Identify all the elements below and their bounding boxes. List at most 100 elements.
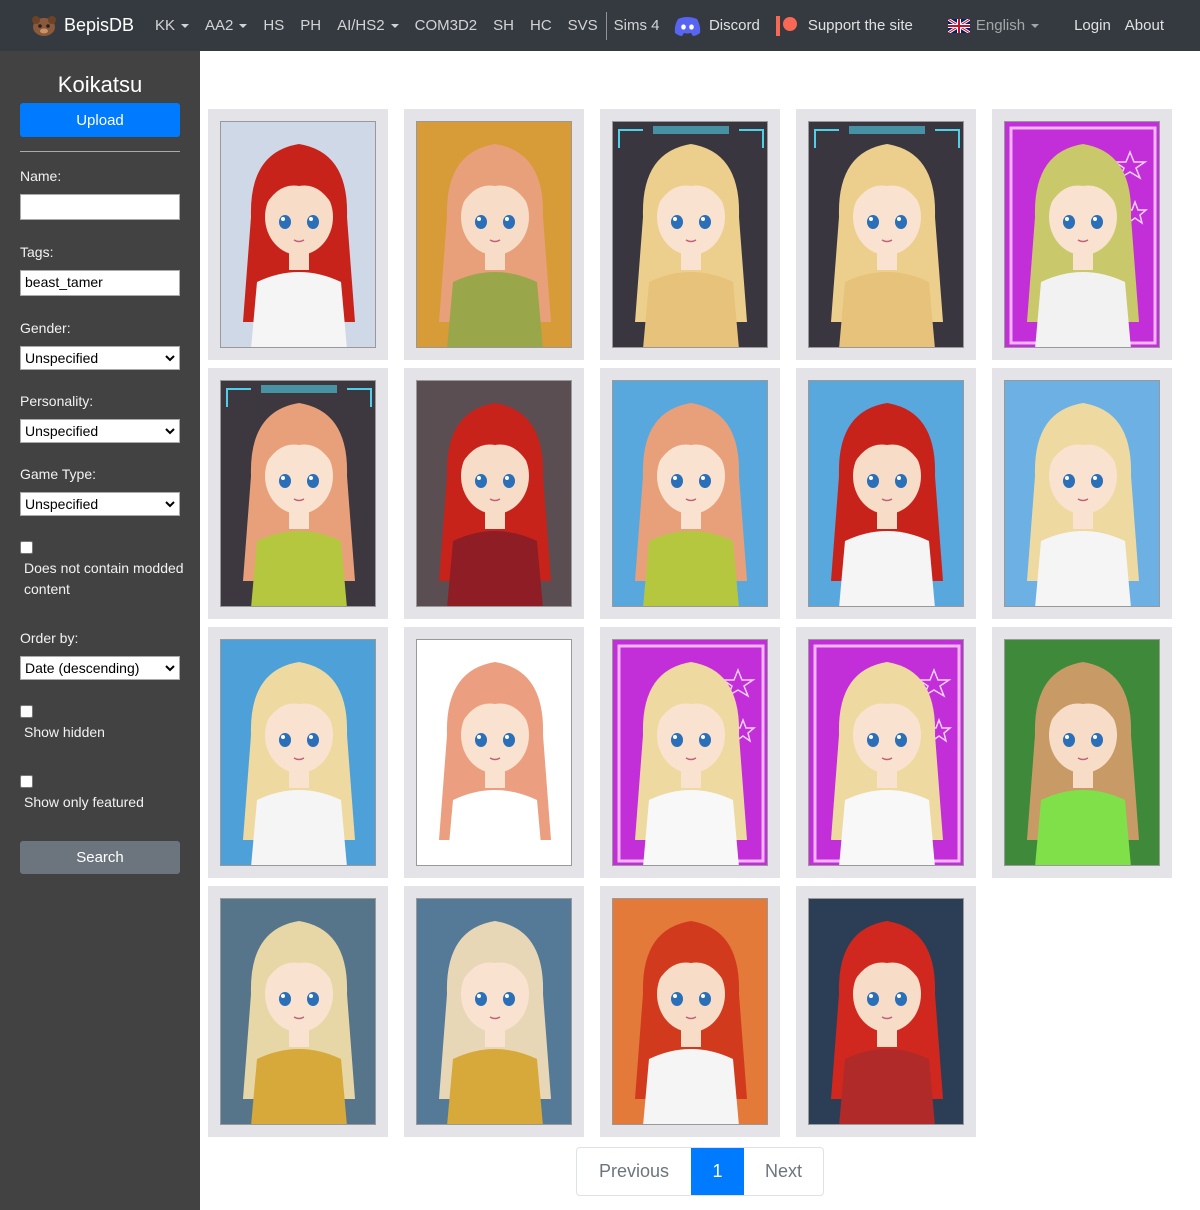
caret-down-icon	[1031, 23, 1040, 28]
character-thumbnail[interactable]	[808, 639, 964, 866]
order-by-select[interactable]: Date (descending)	[20, 656, 180, 680]
character-thumbnail[interactable]	[612, 380, 768, 607]
character-thumbnail[interactable]	[1004, 121, 1160, 348]
character-portrait-image	[221, 640, 375, 865]
character-card[interactable]	[796, 109, 976, 360]
character-thumbnail[interactable]	[612, 898, 768, 1125]
discord-link[interactable]: Discord	[674, 16, 760, 36]
character-thumbnail[interactable]	[220, 380, 376, 607]
character-thumbnail[interactable]	[416, 639, 572, 866]
pagination: Previous 1 Next	[576, 1147, 824, 1196]
current-page-button[interactable]: 1	[691, 1148, 744, 1195]
gender-label: Gender:	[20, 320, 71, 336]
character-card[interactable]	[796, 627, 976, 878]
character-card[interactable]	[600, 886, 780, 1137]
character-thumbnail[interactable]	[612, 639, 768, 866]
sidebar-title: Koikatsu	[57, 72, 143, 97]
character-thumbnail[interactable]	[416, 898, 572, 1125]
character-portrait-image	[221, 381, 375, 606]
personality-label: Personality:	[20, 393, 94, 409]
character-thumbnail[interactable]	[808, 898, 964, 1125]
character-portrait-image	[417, 640, 571, 865]
nav-sh[interactable]: SH	[493, 17, 514, 34]
show-featured-checkbox[interactable]	[20, 775, 33, 788]
character-portrait-image	[417, 899, 571, 1124]
character-card[interactable]	[208, 886, 388, 1137]
previous-page-button[interactable]: Previous	[577, 1148, 691, 1195]
character-card[interactable]	[600, 368, 780, 619]
character-thumbnail[interactable]	[808, 121, 964, 348]
nav-svs[interactable]: SVS	[568, 17, 598, 34]
nav-aa2-label: AA2	[205, 17, 234, 34]
personality-select[interactable]: Unspecified	[20, 419, 180, 443]
nav-ai-hs2[interactable]: AI/HS2	[337, 17, 399, 34]
character-thumbnail[interactable]	[612, 121, 768, 348]
nav-divider	[605, 11, 607, 40]
language-dropdown[interactable]: English	[947, 17, 1040, 34]
chevron-down-icon	[165, 354, 175, 361]
character-card[interactable]	[600, 627, 780, 878]
sidebar-divider	[20, 151, 180, 152]
character-thumbnail[interactable]	[220, 121, 376, 348]
name-input[interactable]	[20, 194, 180, 220]
character-portrait-image	[1005, 381, 1159, 606]
character-card[interactable]	[208, 109, 388, 360]
character-thumbnail[interactable]	[220, 639, 376, 866]
character-card[interactable]	[404, 627, 584, 878]
brand-link[interactable]: BepisDB	[30, 15, 134, 37]
search-button[interactable]: Search	[20, 841, 180, 874]
tags-label: Tags:	[20, 244, 54, 260]
character-portrait-image	[613, 899, 767, 1124]
nav-hc[interactable]: HC	[530, 17, 552, 34]
character-thumbnail[interactable]	[416, 380, 572, 607]
nav-sims4[interactable]: Sims 4	[614, 17, 660, 34]
caret-down-icon	[390, 23, 399, 28]
character-card[interactable]	[992, 627, 1172, 878]
name-label: Name:	[20, 168, 62, 184]
character-portrait-image	[809, 899, 963, 1124]
tags-input[interactable]: beast_tamer	[20, 270, 180, 296]
character-card[interactable]	[208, 627, 388, 878]
login-link[interactable]: Login	[1074, 17, 1111, 34]
bepis-logo-icon	[32, 15, 56, 36]
show-hidden-label: Show hidden	[24, 724, 105, 740]
character-portrait-image	[809, 122, 963, 347]
character-card[interactable]	[992, 109, 1172, 360]
character-thumbnail[interactable]	[1004, 380, 1160, 607]
character-portrait-image	[221, 899, 375, 1124]
nav-hs[interactable]: HS	[263, 17, 284, 34]
character-thumbnail[interactable]	[808, 380, 964, 607]
no-modded-checkbox[interactable]	[20, 541, 33, 554]
character-card[interactable]	[796, 886, 976, 1137]
character-card[interactable]	[404, 109, 584, 360]
game-type-select-value: Unspecified	[25, 496, 99, 512]
character-card[interactable]	[208, 368, 388, 619]
character-card[interactable]	[796, 368, 976, 619]
nav-com3d2[interactable]: COM3D2	[415, 17, 478, 34]
next-page-button[interactable]: Next	[744, 1148, 823, 1195]
nav-sims4-label: Sims 4	[613, 17, 660, 34]
uk-flag-icon	[947, 18, 970, 33]
gender-select[interactable]: Unspecified	[20, 346, 180, 370]
character-card[interactable]	[404, 886, 584, 1137]
character-card[interactable]	[404, 368, 584, 619]
about-link[interactable]: About	[1125, 17, 1164, 34]
game-type-select[interactable]: Unspecified	[20, 492, 180, 516]
gender-select-value: Unspecified	[25, 350, 99, 366]
character-thumbnail[interactable]	[416, 121, 572, 348]
character-thumbnail[interactable]	[220, 898, 376, 1125]
nav-ph[interactable]: PH	[300, 17, 321, 34]
nav-aa2[interactable]: AA2	[205, 17, 248, 34]
nav-hc-label: HC	[529, 17, 552, 34]
show-hidden-checkbox[interactable]	[20, 705, 33, 718]
support-link[interactable]: Support the site	[775, 15, 913, 36]
caret-down-icon	[181, 23, 190, 28]
nav-ph-label: PH	[300, 17, 322, 34]
nav-kk[interactable]: KK	[155, 17, 190, 34]
character-portrait-image	[417, 381, 571, 606]
character-thumbnail[interactable]	[1004, 639, 1160, 866]
character-card[interactable]	[600, 109, 780, 360]
upload-button[interactable]: Upload	[20, 103, 180, 137]
character-card[interactable]	[992, 368, 1172, 619]
personality-select-value: Unspecified	[25, 423, 99, 439]
